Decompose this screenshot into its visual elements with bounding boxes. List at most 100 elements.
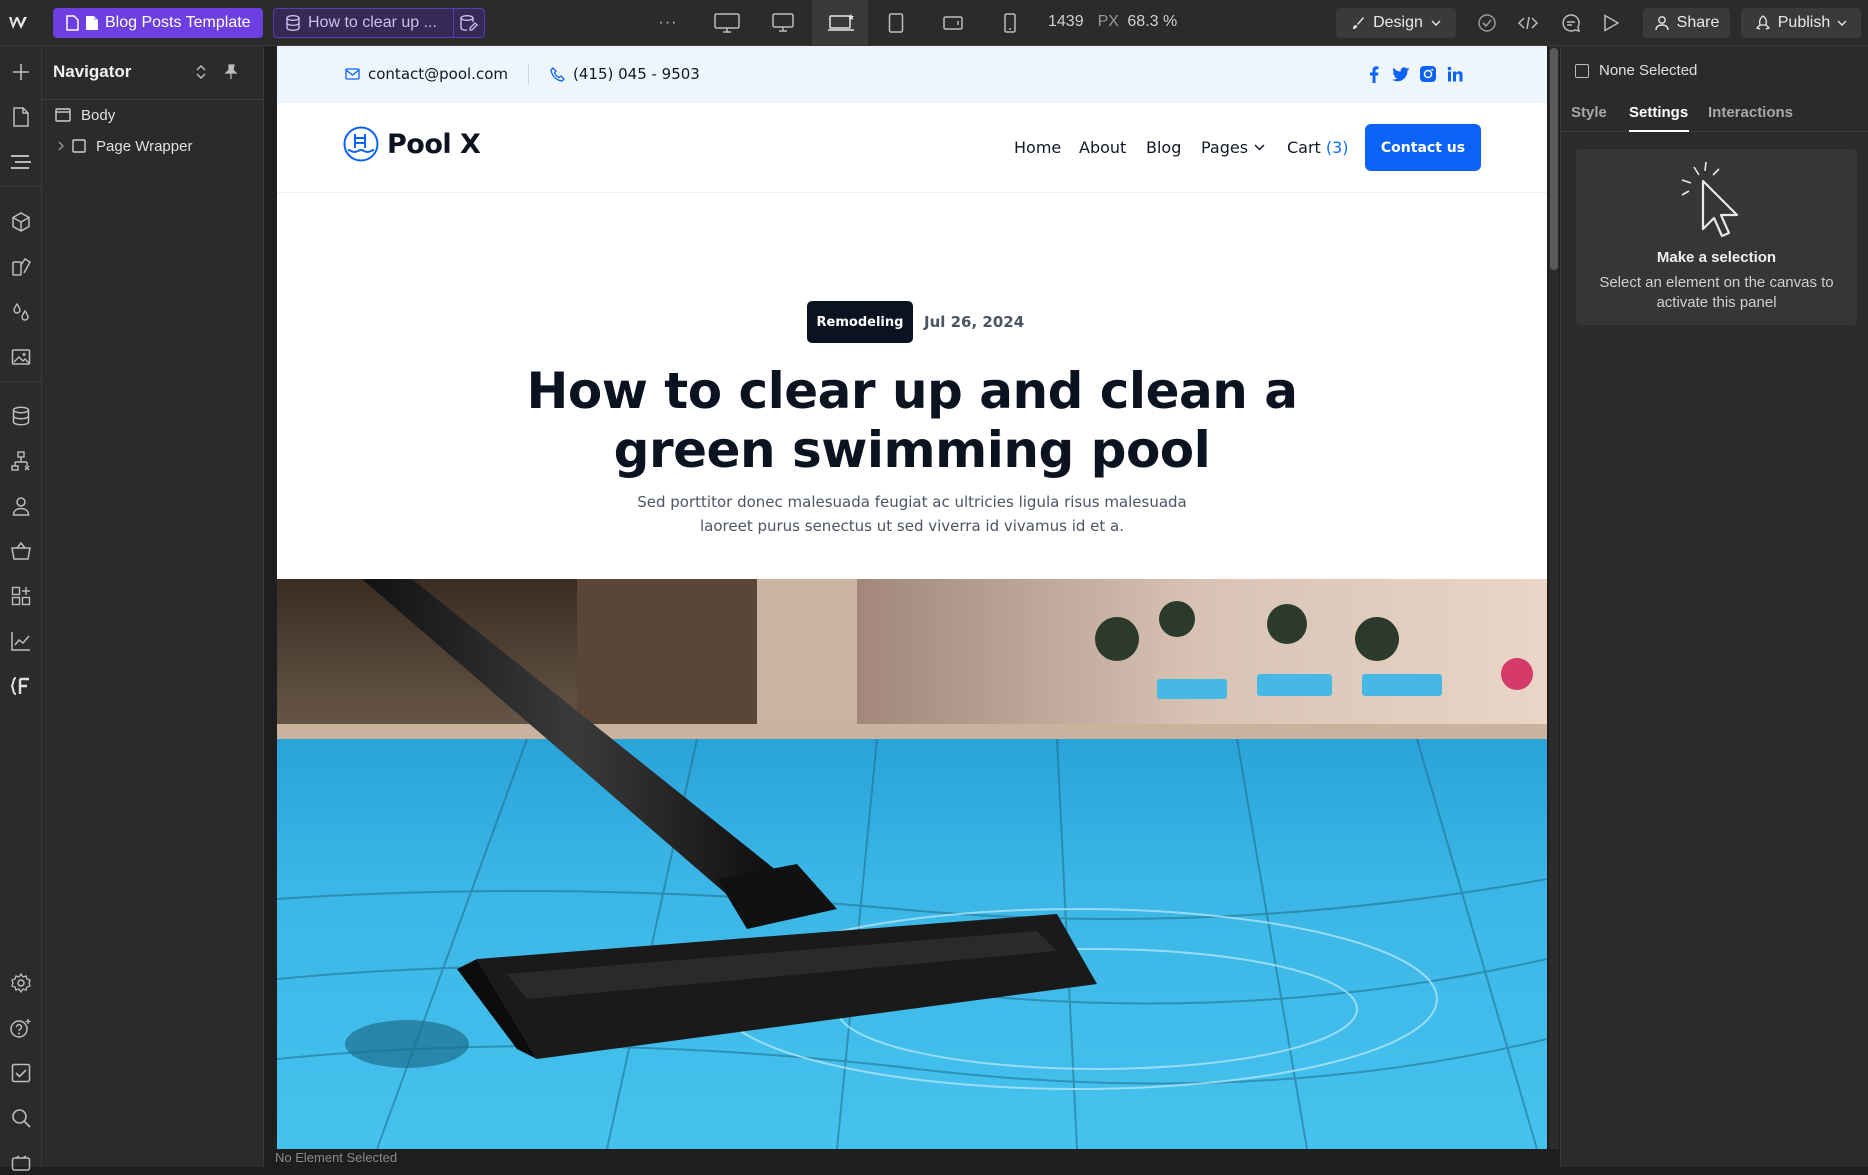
post-date: Jul 26, 2024 (924, 313, 1025, 331)
contact-phone-text: (415) 045 - 9503 (573, 65, 700, 83)
audit-checklist-icon[interactable] (9, 1061, 33, 1085)
site-brand-logo[interactable]: Pool X (343, 126, 481, 162)
navigator-header-divider (42, 99, 264, 100)
pin-icon[interactable] (224, 64, 238, 80)
tab-style[interactable]: Style (1571, 104, 1607, 121)
analytics-chart-icon[interactable] (9, 629, 33, 653)
post-category-tag[interactable]: Remodeling (807, 301, 913, 343)
navigator-item-body[interactable]: Body (42, 101, 264, 129)
canvas-zoom-value: 68.3 % (1127, 13, 1178, 30)
search-icon[interactable] (9, 1106, 33, 1130)
page-template-selector[interactable]: Blog Posts Template (53, 8, 263, 38)
expand-collapse-icon[interactable] (195, 64, 207, 80)
rocket-icon (1755, 15, 1771, 31)
chevron-down-icon (1837, 19, 1847, 27)
components-icon[interactable] (9, 210, 33, 234)
add-elements-icon[interactable] (9, 60, 33, 84)
publish-button[interactable]: Publish (1741, 8, 1861, 38)
database-settings-icon (460, 15, 478, 31)
logic-flow-icon[interactable] (9, 449, 33, 473)
apps-icon[interactable] (9, 584, 33, 608)
instagram-icon[interactable] (1419, 65, 1437, 83)
style-selectors-icon[interactable] (9, 255, 33, 279)
more-options-icon[interactable]: ··· (655, 10, 681, 36)
canvas-scrollbar-thumb[interactable] (1550, 48, 1558, 270)
assets-image-icon[interactable] (9, 345, 33, 369)
tablet-breakpoint-icon[interactable] (883, 10, 909, 36)
cms-database-icon[interactable] (9, 404, 33, 428)
chevron-down-icon (1431, 19, 1441, 27)
cursor-click-icon (1679, 161, 1749, 241)
nav-cart-label: Cart (1287, 138, 1321, 157)
base-breakpoint-icon[interactable] (826, 10, 856, 36)
canvas-width-value: 1439 (1048, 13, 1084, 30)
pool-logo-icon (343, 126, 379, 162)
settings-panel-tabs: Style Settings Interactions (1561, 92, 1868, 132)
brush-icon (1351, 16, 1365, 30)
preview-play-icon[interactable] (1598, 10, 1624, 36)
template-file-icon (85, 15, 99, 31)
canvas-width-unit: PX (1097, 13, 1119, 30)
nav-dropdown-pages[interactable]: Pages (1201, 138, 1265, 157)
canvas-size-readout[interactable]: 1439 PX 68.3 % (1048, 13, 1177, 31)
facebook-icon[interactable] (1365, 65, 1383, 83)
brand-name: Pool X (387, 128, 481, 160)
design-mode-button[interactable]: Design (1336, 8, 1456, 38)
collection-item-label: How to clear up ... (308, 14, 437, 31)
collection-item-selector[interactable]: How to clear up ... (273, 8, 485, 38)
code-export-icon[interactable] (1515, 10, 1541, 36)
publish-status-check-icon[interactable] (1474, 10, 1500, 36)
nav-link-blog[interactable]: Blog (1146, 138, 1181, 157)
empty-selection-text: Select an element on the canvas to activ… (1599, 274, 1834, 311)
webflow-logo-icon[interactable] (8, 12, 32, 34)
finsweet-attributes-icon[interactable] (9, 674, 33, 698)
body-element-icon (55, 108, 71, 122)
contact-email-text: contact@pool.com (368, 65, 508, 83)
desktop-breakpoint-icon[interactable] (770, 10, 796, 36)
tab-settings[interactable]: Settings (1629, 104, 1688, 121)
active-tab-indicator (1629, 130, 1689, 132)
nav-link-about[interactable]: About (1079, 138, 1126, 157)
tab-interactions[interactable]: Interactions (1708, 104, 1793, 121)
contact-email[interactable]: contact@pool.com (345, 65, 508, 83)
site-contact-bar: contact@pool.com (415) 045 - 9503 (277, 46, 1547, 103)
contact-us-button[interactable]: Contact us (1365, 124, 1481, 171)
collection-settings-button[interactable] (454, 15, 484, 31)
linkedin-icon[interactable] (1446, 65, 1464, 83)
share-button[interactable]: Share (1643, 8, 1730, 38)
desktop-large-breakpoint-icon[interactable] (712, 10, 742, 36)
site-page-canvas[interactable]: contact@pool.com (415) 045 - 9503 Pool X… (277, 46, 1547, 1149)
nav-link-home[interactable]: Home (1014, 138, 1061, 157)
post-subtitle: Sed porttitor donec malesuada feugiat ac… (637, 493, 1187, 535)
navigator-item-label: Body (81, 106, 116, 124)
navigator-icon[interactable] (9, 150, 33, 174)
navigator-panel: Navigator Body Page Wrapper (42, 46, 264, 1167)
selection-checkbox (1575, 63, 1589, 78)
twitter-icon[interactable] (1392, 65, 1410, 83)
empty-selection-title: Make a selection (1656, 249, 1777, 266)
mobile-landscape-breakpoint-icon[interactable] (940, 10, 966, 36)
settings-panel: None Selected Style Settings Interaction… (1560, 46, 1868, 1167)
rail-divider (0, 381, 42, 382)
variables-drops-icon[interactable] (9, 300, 33, 324)
collection-item-button[interactable]: How to clear up ... (274, 9, 454, 37)
left-icon-rail (0, 46, 42, 1171)
top-toolbar: Blog Posts Template How to clear up ... … (0, 0, 1868, 46)
pages-icon[interactable] (9, 105, 33, 129)
share-label: Share (1676, 14, 1720, 31)
user-icon (1654, 15, 1670, 31)
contact-phone[interactable]: (415) 045 - 9503 (550, 65, 700, 83)
comments-icon[interactable] (1558, 10, 1584, 36)
settings-gear-icon[interactable] (9, 971, 33, 995)
div-block-icon (72, 139, 86, 153)
nav-link-cart[interactable]: Cart (3) (1287, 138, 1349, 157)
mobile-portrait-breakpoint-icon[interactable] (997, 10, 1023, 36)
chevron-right-icon[interactable] (58, 141, 64, 151)
ecommerce-basket-icon[interactable] (9, 539, 33, 563)
users-icon[interactable] (9, 494, 33, 518)
contact-divider (528, 64, 529, 84)
help-icon[interactable] (9, 1016, 33, 1040)
nav-pages-label: Pages (1201, 138, 1249, 157)
video-tutorials-icon[interactable] (9, 1151, 33, 1175)
navigator-item-page-wrapper[interactable]: Page Wrapper (42, 132, 264, 160)
